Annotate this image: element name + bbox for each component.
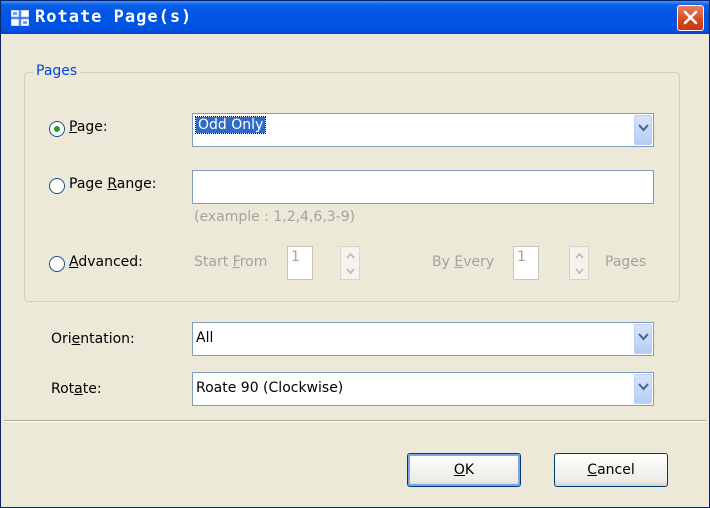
ok-button[interactable]: OK <box>407 453 521 487</box>
page-range-radio-label[interactable]: Page Range: <box>69 176 156 192</box>
start-from-spin-buttons[interactable] <box>340 246 360 280</box>
dialog-body: Pages Page: Odd Only Page Range: (exampl… <box>4 34 706 506</box>
close-button[interactable] <box>677 5 704 31</box>
page-radio[interactable] <box>49 121 65 137</box>
spin-up-icon <box>575 253 584 259</box>
cancel-button[interactable]: Cancel <box>554 453 668 487</box>
orientation-label: Orientation: <box>51 331 135 347</box>
title-bar[interactable]: Rotate Page(s) <box>1 1 709 34</box>
footer-divider-highlight <box>4 421 706 422</box>
chevron-down-icon <box>638 333 649 341</box>
chevron-down-icon <box>638 124 649 132</box>
by-every-spin-buttons[interactable] <box>569 246 589 280</box>
orientation-combo-dropdown-button[interactable] <box>634 324 652 354</box>
close-icon <box>683 10 698 25</box>
page-range-radio[interactable] <box>49 178 65 194</box>
spin-up-icon <box>346 253 355 259</box>
window-title: Rotate Page(s) <box>35 7 193 27</box>
pages-group-legend: Pages <box>33 63 81 79</box>
spin-down-icon <box>575 268 584 274</box>
rotate-combo[interactable]: Roate 90 (Clockwise) <box>192 372 654 406</box>
page-radio-label[interactable]: Page: <box>69 119 108 135</box>
by-every-label: By Every <box>432 254 495 270</box>
page-range-input[interactable] <box>192 170 654 204</box>
advanced-radio[interactable] <box>49 256 65 272</box>
page-range-example: (example : 1,2,4,6,3-9) <box>194 209 356 225</box>
rotate-combo-dropdown-button[interactable] <box>634 374 652 404</box>
spin-down-icon <box>346 268 355 274</box>
orientation-combo-value: All <box>196 330 214 346</box>
orientation-combo[interactable]: All <box>192 322 654 356</box>
rotate-label: Rotate: <box>51 381 102 397</box>
chevron-down-icon <box>638 383 649 391</box>
page-combo-value: Odd Only <box>194 116 267 134</box>
app-icon <box>11 10 29 26</box>
start-from-label: Start From <box>194 254 268 270</box>
pages-unit-label: Pages <box>605 254 647 270</box>
rotate-combo-value: Roate 90 (Clockwise) <box>196 380 344 396</box>
advanced-radio-label[interactable]: Advanced: <box>69 254 143 270</box>
start-from-spinbox[interactable]: 1 <box>287 246 313 280</box>
by-every-spinbox[interactable]: 1 <box>513 246 539 280</box>
radio-selected-dot <box>54 126 60 132</box>
rotate-pages-dialog: Rotate Page(s) Pages Page: Odd Only Page… <box>0 0 710 508</box>
page-combo-dropdown-button[interactable] <box>634 115 652 145</box>
page-combo[interactable]: Odd Only <box>192 113 654 147</box>
